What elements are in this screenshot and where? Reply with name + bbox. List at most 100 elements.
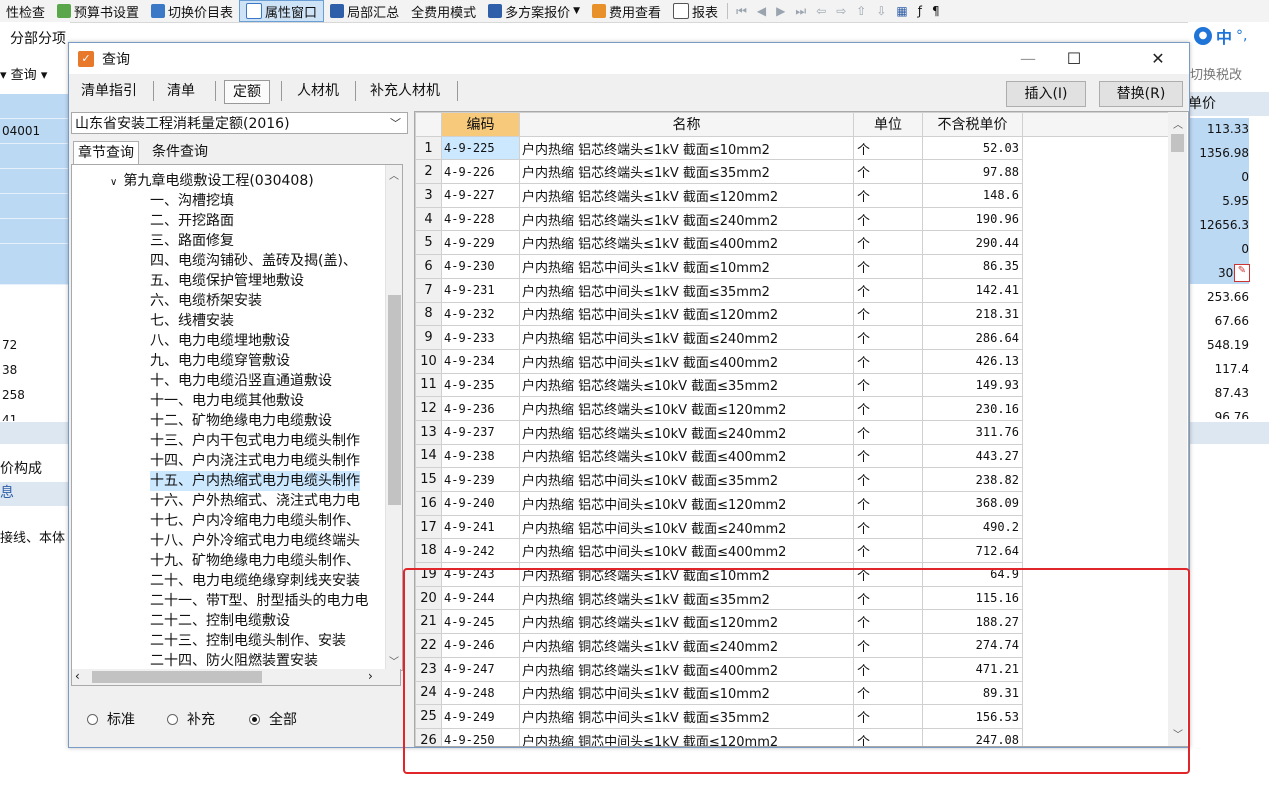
tree-scrollbar[interactable]: ︿ ﹀ [385, 165, 402, 670]
ime-chinese[interactable]: 中 [1216, 24, 1232, 48]
table-row[interactable]: 6 4-9-230 户内热缩 铝芯中间头≤1kV 截面≤10mm2 个 86.35 [415, 254, 1169, 279]
tree-item[interactable]: 十九、矿物绝缘电力电缆头制作、 [150, 551, 360, 571]
radio-supplement[interactable]: 补充 [167, 709, 215, 729]
tree-item[interactable]: 八、电力电缆埋地敷设 [150, 331, 290, 351]
tree-item[interactable]: 十七、户内冷缩电力电缆头制作、 [150, 511, 360, 531]
radio-standard[interactable]: 标准 [87, 709, 135, 729]
maximize-icon[interactable]: ☐ [1051, 43, 1097, 74]
tree-item[interactable]: 十五、户内热缩式电力电缆头制作 [150, 471, 360, 491]
prev-icon[interactable]: ◀ [752, 4, 771, 18]
scroll-up-icon[interactable]: ︿ [1173, 116, 1183, 131]
table-row[interactable]: 11 4-9-235 户内热缩 铝芯终端头≤10kV 截面≤35mm2 个 149.93 [415, 372, 1169, 398]
toolbar-report[interactable]: 报表 [667, 1, 724, 21]
last-icon[interactable]: ⏭ [790, 4, 811, 19]
scroll-left-icon[interactable]: ‹ [75, 669, 80, 683]
table-row[interactable]: 5 4-9-229 户内热缩 铝芯终端头≤1kV 截面≤400mm2 个 290.44 [415, 230, 1169, 256]
tree-item[interactable]: 二十三、控制电缆头制作、安装 [150, 631, 346, 651]
replace-button[interactable]: 替换(R) [1099, 81, 1183, 107]
move-up-icon[interactable]: ⇧ [851, 4, 871, 18]
switch-tax-button[interactable]: 切换税改 [1190, 64, 1242, 83]
toolbar-partial-summary[interactable]: 局部汇总 [324, 1, 405, 21]
formula-icon[interactable]: ƒ [913, 4, 927, 18]
tab-price-composition[interactable]: 价构成 [0, 458, 42, 478]
scroll-right-icon[interactable]: › [368, 669, 373, 683]
table-row[interactable]: 8 4-9-232 户内热缩 铝芯中间头≤1kV 截面≤120mm2 个 218.31 [415, 301, 1169, 327]
tree-item[interactable]: 十六、户外热缩式、浇注式电力电 [150, 491, 360, 511]
tree-item[interactable]: 二十二、控制电缆敷设 [150, 611, 290, 631]
tab-quota[interactable]: 定额 [224, 80, 270, 104]
indent-left-icon[interactable]: ⇦ [811, 4, 831, 18]
tree-scroll-thumb[interactable] [388, 295, 401, 505]
tree-item[interactable]: 五、电缆保护管埋地敷设 [150, 271, 304, 291]
calculator-icon[interactable]: ▦ [891, 4, 912, 18]
tab-chapter-query[interactable]: 章节查询 [73, 141, 139, 164]
table-row[interactable]: 1 4-9-225 户内热缩 铝芯终端头≤1kV 截面≤10mm2 个 52.03 [415, 135, 1169, 161]
toolbar-cost-view[interactable]: 费用查看 [586, 1, 667, 21]
move-down-icon[interactable]: ⇩ [871, 4, 891, 18]
tab-labor-material[interactable]: 人材机 [289, 80, 347, 102]
indent-right-icon[interactable]: ⇨ [831, 4, 851, 18]
tab-condition-query[interactable]: 条件查询 [148, 141, 212, 163]
tree-horizontal-scrollbar[interactable]: ‹ › [71, 669, 401, 686]
library-select[interactable]: 山东省安装工程消耗量定额(2016) ﹀ [71, 112, 408, 134]
tree-item[interactable]: 十二、矿物绝缘电力电缆敷设 [150, 411, 332, 431]
query-menu[interactable]: ▾ 查询 ▾ [0, 64, 47, 83]
tree-item[interactable]: 十四、户内浇注式电力电缆头制作 [150, 451, 360, 471]
radio-all[interactable]: 全部 [249, 709, 297, 729]
next-icon[interactable]: ▶ [771, 4, 790, 18]
first-icon[interactable]: ⏮ [731, 4, 752, 19]
tree-item[interactable]: 九、电力电缆穿管敷设 [150, 351, 290, 371]
table-row[interactable]: 9 4-9-233 户内热缩 铝芯中间头≤1kV 截面≤240mm2 个 286.64 [415, 325, 1169, 350]
tree-item[interactable]: 二、开挖路面 [150, 211, 234, 231]
column-header-unit[interactable]: 单位 [853, 112, 923, 137]
table-row[interactable]: 13 4-9-237 户内热缩 铝芯终端头≤10kV 截面≤240mm2 个 311.7… [415, 419, 1169, 445]
tab-bill[interactable]: 清单 [161, 80, 201, 102]
toolbar-switch-price[interactable]: 切换价目表 [145, 1, 239, 21]
tree-item[interactable]: 一、沟槽挖填 [150, 191, 234, 211]
insert-button[interactable]: 插入(I) [1006, 81, 1086, 107]
column-header-price[interactable]: 不含税单价 [922, 112, 1023, 137]
table-row[interactable]: 15 4-9-239 户内热缩 铝芯中间头≤10kV 截面≤35mm2 个 238.82 [415, 467, 1169, 492]
tree-item[interactable]: 三、路面修复 [150, 231, 234, 251]
tab-supplement-material[interactable]: 补充人材机 [363, 80, 447, 102]
toolbar-check[interactable]: 性检查 [0, 1, 51, 21]
paragraph-icon[interactable]: ¶ [927, 4, 945, 18]
toolbar-property-window[interactable]: 属性窗口 [239, 0, 325, 22]
tab-bill-guide[interactable]: 清单指引 [75, 80, 143, 102]
tree-item[interactable]: 二十一、带T型、肘型插头的电力电 [150, 591, 369, 611]
scroll-down-icon[interactable]: ﹀ [389, 653, 399, 668]
tree-hscroll-thumb[interactable] [92, 671, 262, 683]
tab-subitem[interactable]: 分部分项 [0, 28, 70, 50]
tree-item[interactable]: 十三、户内干包式电力电缆头制作 [150, 431, 360, 451]
scroll-up-icon[interactable]: ︿ [389, 167, 399, 182]
column-header-name[interactable]: 名称 [519, 112, 854, 137]
tree-item[interactable]: 十、电力电缆沿竖直通道敷设 [150, 371, 332, 391]
table-row[interactable]: 10 4-9-234 户内热缩 铝芯中间头≤1kV 截面≤400mm2 个 426.13 [415, 348, 1169, 374]
table-row[interactable]: 17 4-9-241 户内热缩 铝芯中间头≤10kV 截面≤240mm2 个 490.2 [415, 514, 1169, 540]
toolbar-multi-quote[interactable]: 多方案报价 ▼ [482, 1, 586, 21]
toolbar-full-cost-mode[interactable]: 全费用模式 [405, 1, 482, 21]
tree-node-root[interactable]: ∨ 第九章电缆敷设工程(030408) [110, 171, 314, 191]
tree-item[interactable]: 七、线槽安装 [150, 311, 234, 331]
table-row[interactable]: 4 4-9-228 户内热缩 铝芯终端头≤1kV 截面≤240mm2 个 190.96 [415, 206, 1169, 232]
tree-item[interactable]: 四、电缆沟铺砂、盖砖及揭(盖)、 [150, 251, 357, 271]
tree-item[interactable]: 十一、电力电缆其他敷设 [150, 391, 304, 411]
table-row[interactable]: 2 4-9-226 户内热缩 铝芯终端头≤1kV 截面≤35mm2 个 97.88 [415, 159, 1169, 185]
edit-icon[interactable]: ✎ [1234, 264, 1250, 282]
table-row[interactable]: 14 4-9-238 户内热缩 铝芯终端头≤10kV 截面≤400mm2 个 443.2… [415, 443, 1169, 469]
tree-item[interactable]: 二十、电力电缆绝缘穿刺线夹安装 [150, 571, 360, 591]
table-row[interactable]: 7 4-9-231 户内热缩 铝芯中间头≤1kV 截面≤35mm2 个 142.41 [415, 277, 1169, 303]
tree-item[interactable]: 十八、户外冷缩式电力电缆终端头 [150, 531, 360, 551]
tree-item[interactable]: 二十四、防火阻燃装置安装 [150, 651, 318, 670]
toolbar-budget-settings[interactable]: 预算书设置 [51, 1, 145, 21]
column-header-code[interactable]: 编码 [441, 112, 520, 137]
table-row[interactable]: 3 4-9-227 户内热缩 铝芯终端头≤1kV 截面≤120mm2 个 148.6 [415, 183, 1169, 208]
close-icon[interactable]: ✕ [1135, 43, 1181, 74]
dialog-titlebar[interactable]: ✓ 查询 — ☐ ✕ [69, 43, 1189, 74]
table-row[interactable]: 16 4-9-240 户内热缩 铝芯中间头≤10kV 截面≤120mm2 个 368.0… [415, 491, 1169, 516]
table-row[interactable]: 18 4-9-242 户内热缩 铝芯中间头≤10kV 截面≤400mm2 个 712.6… [415, 538, 1169, 564]
table-row[interactable]: 12 4-9-236 户内热缩 铝芯终端头≤10kV 截面≤120mm2 个 230.1… [415, 396, 1169, 421]
tree-item[interactable]: 六、电缆桥架安装 [150, 291, 262, 311]
ime-punct[interactable]: °, [1236, 28, 1247, 44]
chapter-tree[interactable]: ∨ 第九章电缆敷设工程(030408) 一、沟槽挖填 二、开挖路面 三、路面修复 四、电… [71, 164, 403, 671]
